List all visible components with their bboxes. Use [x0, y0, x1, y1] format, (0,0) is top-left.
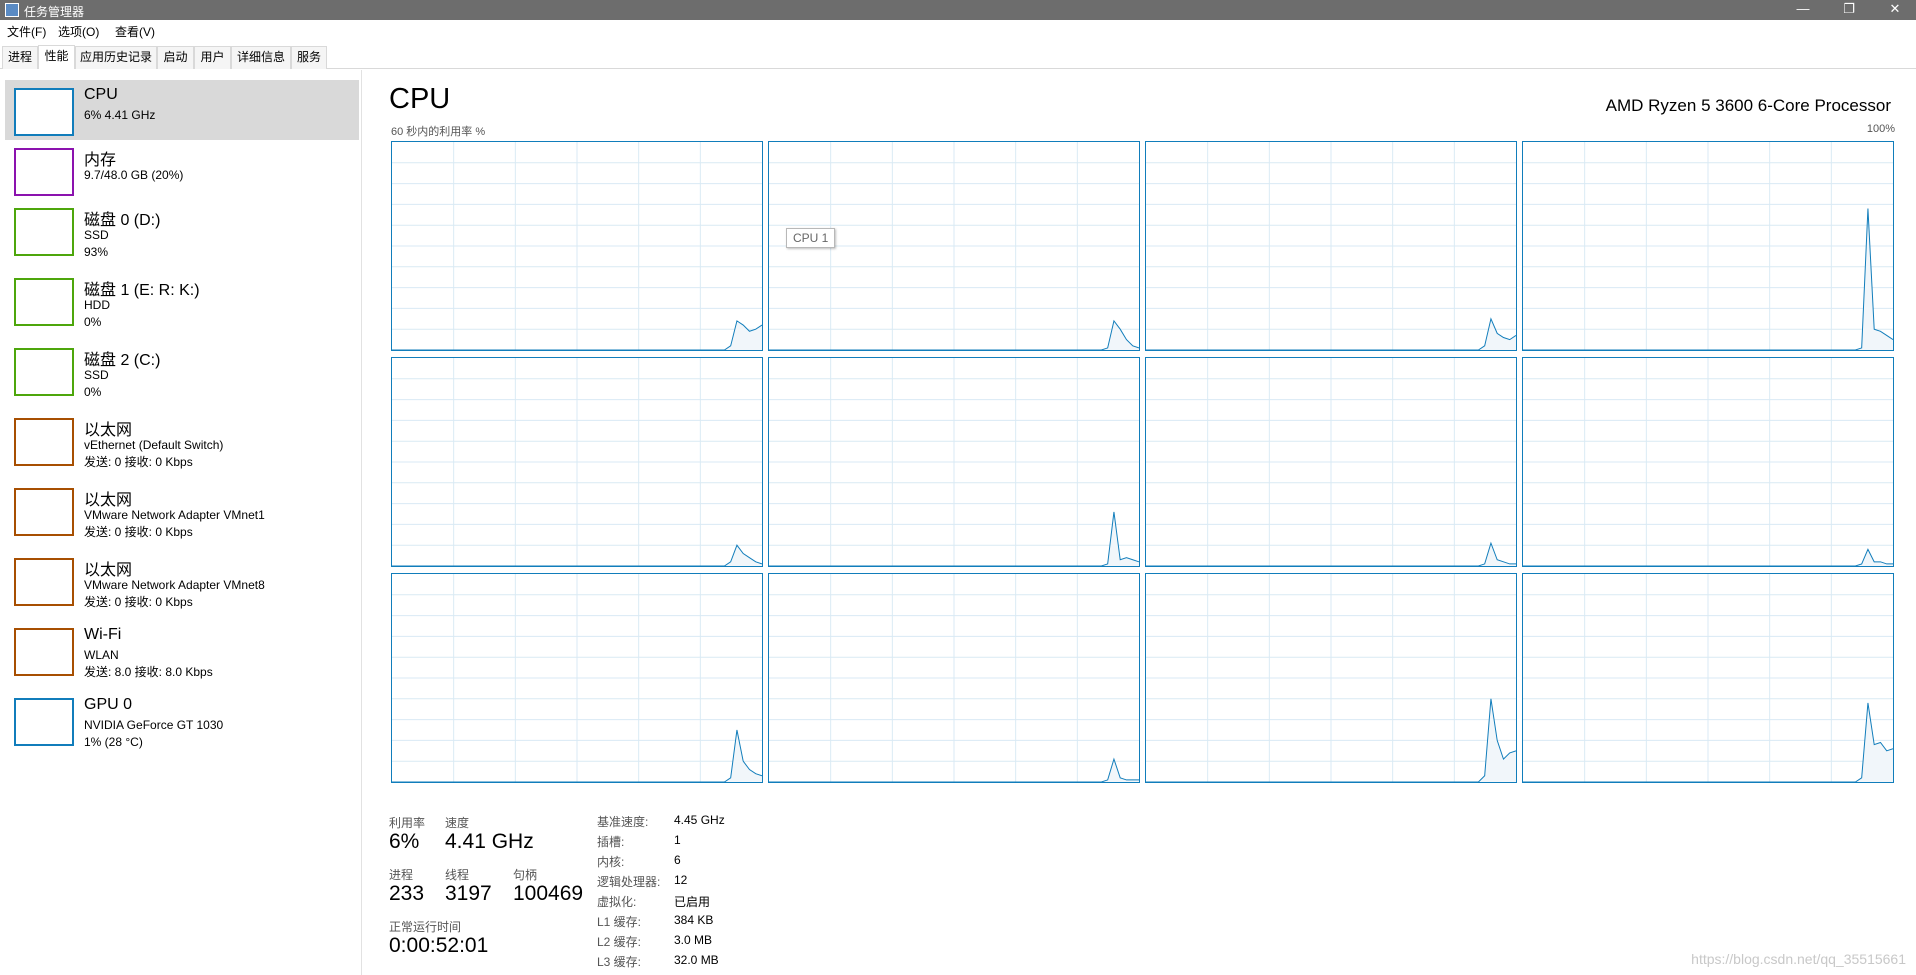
menu-file[interactable]: 文件(F)	[7, 23, 46, 40]
sidebar-item-name: Wi-Fi	[84, 626, 122, 643]
cpu-graph-0[interactable]	[391, 141, 763, 351]
sidebar-item-memory[interactable]: 内存 9.7/48.0 GB (20%)	[5, 140, 359, 200]
task-manager-icon	[5, 3, 19, 17]
cpu-graph-7[interactable]	[1522, 357, 1894, 567]
handles-value: 100469	[513, 882, 584, 905]
menu-bar: 文件(F) 选项(O) 查看(V)	[0, 20, 1916, 41]
resource-sidebar: CPU 6% 4.41 GHz 内存 9.7/48.0 GB (20%) 磁盘 …	[0, 70, 362, 975]
handles-label: 句柄	[513, 868, 538, 882]
disk-thumbnail-graph	[14, 348, 74, 396]
network-thumbnail-graph	[14, 558, 74, 606]
spec-l2-cache-value: 3.0 MB	[674, 933, 713, 947]
cpu-graph-3[interactable]	[1522, 141, 1894, 351]
sidebar-item-detail: vEthernet (Default Switch) 发送: 0 接收: 0 Kb…	[84, 438, 224, 469]
page-title: CPU	[389, 83, 451, 115]
sidebar-item-cpu[interactable]: CPU 6% 4.41 GHz	[5, 80, 359, 140]
cpu-graph-10[interactable]	[1145, 573, 1517, 783]
sidebar-item-ethernet-vmnet8[interactable]: 以太网 VMware Network Adapter VMnet8 发送: 0 接…	[5, 550, 359, 610]
uptime-label: 正常运行时间	[389, 920, 462, 934]
processor-name: AMD Ryzen 5 3600 6-Core Processor	[1605, 96, 1891, 115]
spec-logical-processors-label: 逻辑处理器:	[597, 875, 661, 889]
sidebar-item-detail: 9.7/48.0 GB (20%)	[84, 168, 184, 182]
processes-value: 233	[389, 882, 425, 905]
sidebar-item-detail: SSD 0%	[84, 368, 109, 399]
watermark: https://blog.csdn.net/qq_35515661	[1691, 951, 1906, 967]
spec-virtualization-label: 虚拟化:	[597, 895, 637, 909]
tab-app-history[interactable]: 应用历史记录	[75, 46, 157, 69]
memory-thumbnail-graph	[14, 148, 74, 196]
spec-l2-cache-label: L2 缓存:	[597, 935, 642, 949]
gpu-thumbnail-graph	[14, 698, 74, 746]
sidebar-item-detail: HDD 0%	[84, 298, 110, 329]
threads-label: 线程	[445, 868, 470, 882]
threads-value: 3197	[445, 882, 492, 905]
sidebar-item-detail: WLAN 发送: 8.0 接收: 8.0 Kbps	[84, 648, 213, 679]
spec-l1-cache-value: 384 KB	[674, 913, 714, 927]
tab-startup[interactable]: 启动	[157, 46, 194, 69]
spec-cores-label: 内核:	[597, 855, 625, 869]
spec-sockets-label: 插槽:	[597, 835, 625, 849]
speed-value: 4.41 GHz	[445, 830, 534, 853]
sidebar-item-detail: 6% 4.41 GHz	[84, 108, 156, 122]
sidebar-item-detail: VMware Network Adapter VMnet1 发送: 0 接收: 0…	[84, 508, 265, 539]
sidebar-item-ethernet-vmnet1[interactable]: 以太网 VMware Network Adapter VMnet1 发送: 0 接…	[5, 480, 359, 540]
speed-label: 速度	[445, 816, 470, 830]
tab-details[interactable]: 详细信息	[231, 46, 291, 69]
processes-label: 进程	[389, 868, 414, 882]
tab-processes[interactable]: 进程	[2, 46, 38, 69]
spec-logical-processors-value: 12	[674, 873, 688, 887]
restore-button[interactable]: ❐	[1826, 0, 1872, 20]
disk-thumbnail-graph	[14, 208, 74, 256]
menu-options[interactable]: 选项(O)	[58, 23, 99, 40]
sidebar-item-ethernet-default-switch[interactable]: 以太网 vEthernet (Default Switch) 发送: 0 接收: …	[5, 410, 359, 470]
sidebar-item-disk-0[interactable]: 磁盘 0 (D:) SSD 93%	[5, 200, 359, 260]
spec-sockets-value: 1	[674, 833, 681, 847]
network-thumbnail-graph	[14, 628, 74, 676]
network-thumbnail-graph	[14, 418, 74, 466]
minimize-button[interactable]: —	[1780, 0, 1826, 20]
tab-services[interactable]: 服务	[291, 46, 327, 69]
sidebar-item-detail: SSD 93%	[84, 228, 109, 259]
title-bar: 任务管理器 — ❐ ✕	[0, 0, 1916, 20]
network-thumbnail-graph	[14, 488, 74, 536]
tab-performance[interactable]: 性能	[38, 45, 75, 69]
cpu-graph-4[interactable]	[391, 357, 763, 567]
cpu-graph-6[interactable]	[1145, 357, 1517, 567]
close-button[interactable]: ✕	[1872, 0, 1916, 20]
tab-bar: 进程 性能 应用历史记录 启动 用户 详细信息 服务	[0, 41, 1916, 69]
cpu-graph-8[interactable]	[391, 573, 763, 783]
sidebar-item-disk-1[interactable]: 磁盘 1 (E: R: K:) HDD 0%	[5, 270, 359, 330]
utilization-value: 6%	[389, 830, 420, 853]
spec-base-speed-value: 4.45 GHz	[674, 813, 725, 827]
performance-panel: CPU AMD Ryzen 5 3600 6-Core Processor 60…	[363, 70, 1916, 975]
sidebar-item-disk-2[interactable]: 磁盘 2 (C:) SSD 0%	[5, 340, 359, 400]
graph-max-label: 100%	[1866, 123, 1895, 135]
sidebar-item-name: CPU	[84, 86, 118, 103]
graph-tooltip: CPU 1	[786, 228, 836, 248]
sidebar-item-detail: VMware Network Adapter VMnet8 发送: 0 接收: 0…	[84, 578, 265, 609]
sidebar-item-detail: NVIDIA GeForce GT 1030 1% (28 °C)	[84, 718, 224, 749]
utilization-label: 利用率	[389, 816, 426, 830]
spec-l3-cache-label: L3 缓存:	[597, 955, 642, 969]
menu-view[interactable]: 查看(V)	[115, 23, 155, 40]
cpu-graph-9[interactable]	[768, 573, 1140, 783]
uptime-value: 0:00:52:01	[389, 934, 489, 957]
cpu-graph-5[interactable]	[768, 357, 1140, 567]
window-title: 任务管理器	[24, 5, 85, 19]
sidebar-item-wifi[interactable]: Wi-Fi WLAN 发送: 8.0 接收: 8.0 Kbps	[5, 620, 359, 680]
disk-thumbnail-graph	[14, 278, 74, 326]
graph-caption: 60 秒内的利用率 %	[391, 126, 486, 138]
spec-base-speed-label: 基准速度:	[597, 815, 649, 829]
spec-l3-cache-value: 32.0 MB	[674, 953, 719, 967]
sidebar-item-gpu-0[interactable]: GPU 0 NVIDIA GeForce GT 1030 1% (28 °C)	[5, 690, 359, 750]
logical-processor-graphs[interactable]	[391, 141, 1896, 784]
spec-virtualization-value: 已启用	[674, 895, 711, 909]
cpu-graph-11[interactable]	[1522, 573, 1894, 783]
tab-users[interactable]: 用户	[194, 46, 231, 69]
spec-cores-value: 6	[674, 853, 681, 867]
cpu-graph-2[interactable]	[1145, 141, 1517, 351]
cpu-thumbnail-graph	[14, 88, 74, 136]
sidebar-item-name: GPU 0	[84, 696, 133, 713]
spec-l1-cache-label: L1 缓存:	[597, 915, 642, 929]
